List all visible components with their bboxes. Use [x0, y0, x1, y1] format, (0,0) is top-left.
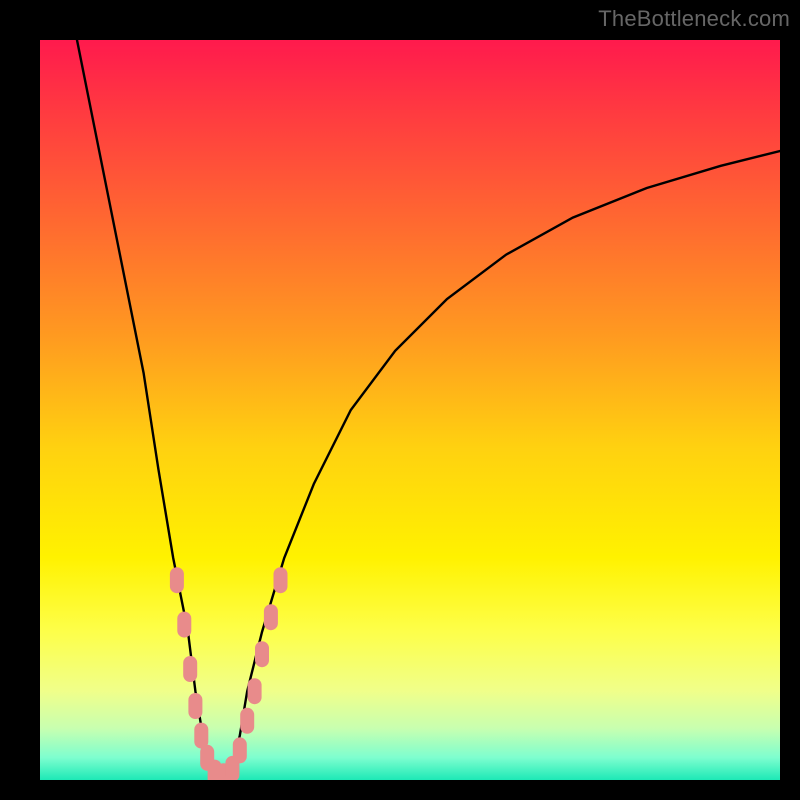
watermark-text: TheBottleneck.com [598, 6, 790, 32]
curve-layer [40, 40, 780, 780]
bottleneck-curve [77, 40, 780, 780]
marker [170, 567, 184, 593]
marker [194, 723, 208, 749]
marker [177, 612, 191, 638]
marker [233, 737, 247, 763]
highlighted-points [170, 567, 288, 780]
marker [255, 641, 269, 667]
marker [183, 656, 197, 682]
marker [188, 693, 202, 719]
marker [274, 567, 288, 593]
chart-frame: TheBottleneck.com [0, 0, 800, 800]
plot-area [40, 40, 780, 780]
marker [240, 708, 254, 734]
marker [248, 678, 262, 704]
marker [264, 604, 278, 630]
